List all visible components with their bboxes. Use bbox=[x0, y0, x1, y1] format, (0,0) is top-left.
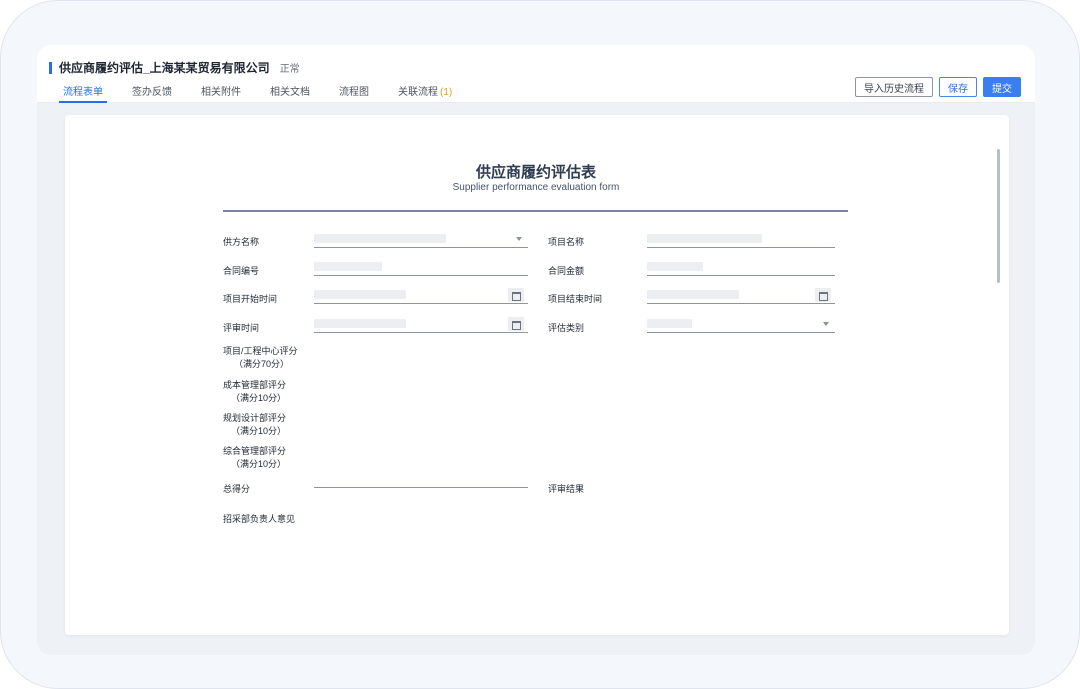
tab-form[interactable]: 流程表单 bbox=[59, 83, 107, 103]
review-time-label: 评审时间 bbox=[223, 323, 260, 333]
tab-label: 流程图 bbox=[339, 87, 369, 98]
project-end-date-picker[interactable] bbox=[647, 286, 835, 304]
tab-attachments[interactable]: 相关附件 bbox=[201, 83, 241, 101]
contract-no-label: 合同编号 bbox=[223, 266, 260, 276]
review-result-label: 评审结果 bbox=[548, 484, 585, 494]
workflow-header: 供应商履约评估_上海某某贸易有限公司 正常 流程表单 签办反馈 相关附件 相关文… bbox=[37, 45, 1035, 103]
tab-feedback[interactable]: 签办反馈 bbox=[132, 83, 172, 101]
project-start-label: 项目开始时间 bbox=[223, 294, 278, 304]
project-name-field[interactable] bbox=[647, 230, 835, 248]
cost-dept-score-max: （满分10分） bbox=[231, 393, 287, 403]
review-time-date-picker[interactable] bbox=[314, 315, 528, 333]
tab-documents[interactable]: 相关文档 bbox=[270, 83, 310, 101]
tab-bar: 流程表单 签办反馈 相关附件 相关文档 流程图 关联流程 (1) bbox=[59, 83, 481, 103]
value-placeholder bbox=[647, 319, 692, 328]
device-frame: 供应商履约评估_上海某某贸易有限公司 正常 流程表单 签办反馈 相关附件 相关文… bbox=[0, 0, 1080, 689]
project-end-label: 项目结束时间 bbox=[548, 294, 603, 304]
tab-label: 相关文档 bbox=[270, 87, 310, 98]
action-buttons: 导入历史流程 保存 提交 bbox=[855, 77, 1021, 97]
project-start-date-picker[interactable] bbox=[314, 286, 528, 304]
value-placeholder bbox=[314, 319, 406, 328]
contract-amount-field[interactable] bbox=[647, 258, 835, 276]
title-accent-bar bbox=[49, 61, 52, 74]
value-placeholder bbox=[314, 262, 382, 271]
app-window: 供应商履约评估_上海某某贸易有限公司 正常 流程表单 签办反馈 相关附件 相关文… bbox=[37, 45, 1035, 655]
title-row: 供应商履约评估_上海某某贸易有限公司 正常 bbox=[49, 59, 300, 76]
procurement-opinion-label: 招采部负责人意见 bbox=[223, 514, 296, 524]
calendar-icon[interactable] bbox=[815, 288, 831, 302]
tab-label: 流程表单 bbox=[63, 87, 103, 98]
calendar-icon[interactable] bbox=[508, 288, 524, 302]
supplier-name-label: 供方名称 bbox=[223, 237, 260, 247]
cost-dept-score-label: 成本管理部评分 bbox=[223, 380, 287, 390]
total-score-label: 总得分 bbox=[223, 484, 251, 494]
page-title: 供应商履约评估_上海某某贸易有限公司 bbox=[59, 61, 270, 75]
value-placeholder bbox=[314, 290, 406, 299]
chevron-down-icon bbox=[516, 237, 522, 241]
value-placeholder bbox=[647, 290, 739, 299]
supplier-name-select[interactable] bbox=[314, 230, 528, 248]
tab-label: 签办反馈 bbox=[132, 87, 172, 98]
contract-amount-label: 合同金额 bbox=[548, 266, 585, 276]
tab-count-badge: (1) bbox=[440, 87, 453, 98]
status-badge: 正常 bbox=[279, 64, 300, 75]
eval-category-select[interactable] bbox=[647, 315, 835, 333]
contract-no-field[interactable] bbox=[314, 258, 528, 276]
design-dept-score-max: （满分10分） bbox=[231, 426, 287, 436]
form-title: 供应商履约评估表 bbox=[475, 164, 596, 181]
calendar-icon[interactable] bbox=[508, 317, 524, 331]
value-placeholder bbox=[647, 262, 703, 271]
value-placeholder bbox=[314, 234, 446, 243]
design-dept-score-label: 规划设计部评分 bbox=[223, 413, 287, 423]
project-center-score-max: （满分70分） bbox=[234, 359, 290, 369]
admin-dept-score-label: 综合管理部评分 bbox=[223, 446, 287, 456]
vertical-scrollbar[interactable] bbox=[997, 149, 1000, 283]
project-name-label: 项目名称 bbox=[548, 237, 585, 247]
form-sheet: 供应商履约评估表 Supplier performance evaluation… bbox=[65, 115, 1009, 635]
tab-related-process[interactable]: 关联流程 (1) bbox=[398, 83, 452, 101]
eval-category-label: 评估类别 bbox=[548, 323, 585, 333]
project-center-score-label: 项目/工程中心评分 bbox=[223, 346, 298, 356]
tab-label: 关联流程 bbox=[398, 87, 438, 98]
title-divider bbox=[223, 210, 848, 212]
admin-dept-score-max: （满分10分） bbox=[231, 459, 287, 469]
form-subtitle: Supplier performance evaluation form bbox=[452, 182, 620, 193]
save-button[interactable]: 保存 bbox=[939, 77, 977, 97]
submit-button[interactable]: 提交 bbox=[983, 77, 1021, 97]
tab-label: 相关附件 bbox=[201, 87, 241, 98]
total-score-field[interactable] bbox=[314, 470, 528, 488]
value-placeholder bbox=[647, 234, 762, 243]
chevron-down-icon bbox=[823, 322, 829, 326]
import-history-button[interactable]: 导入历史流程 bbox=[855, 77, 933, 97]
tab-flowchart[interactable]: 流程图 bbox=[339, 83, 369, 101]
